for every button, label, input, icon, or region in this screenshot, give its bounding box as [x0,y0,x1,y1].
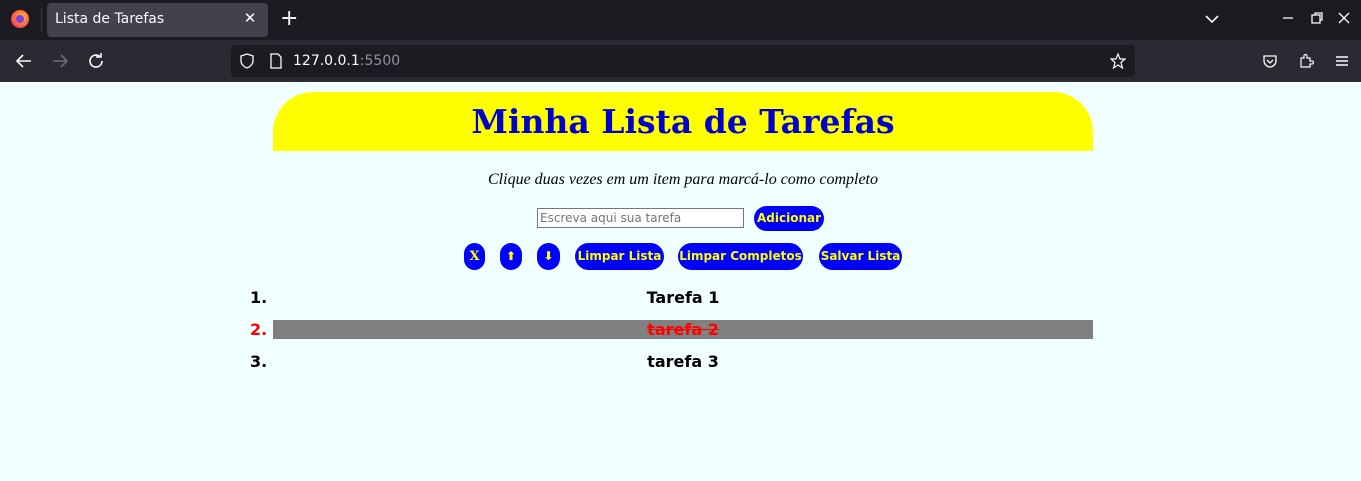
bookmark-star-icon[interactable] [1110,53,1126,69]
shield-icon[interactable] [239,53,255,69]
url-text[interactable]: 127.0.0.1:5500 [293,53,400,69]
url-port: :5500 [359,53,401,69]
page-title: Minha Lista de Tarefas [471,102,895,141]
task-text: tarefa 2 [647,320,719,339]
task-item[interactable]: 3. tarefa 3 [250,352,1093,371]
task-number: 3. [250,352,268,371]
page-icon[interactable] [268,53,284,69]
remove-selected-button[interactable]: X [464,243,485,270]
task-input[interactable] [537,208,744,228]
tab-title: Lista de Tarefas [55,11,165,27]
url-bar[interactable]: 127.0.0.1:5500 [231,45,1135,77]
task-text: tarefa 3 [647,352,719,371]
menu-icon[interactable] [1334,53,1350,69]
browser-tab-bar: Lista de Tarefas ✕ + [0,0,1361,40]
task-number: 2. [250,320,268,339]
pocket-icon[interactable] [1262,53,1278,69]
save-list-button[interactable]: Salvar Lista [819,243,902,270]
tab-separator [41,8,42,32]
task-item[interactable]: 2. tarefa 2 [250,320,1093,339]
page-header: Minha Lista de Tarefas [273,92,1093,151]
clear-list-button[interactable]: Limpar Lista [575,243,664,270]
move-down-button[interactable]: ⬇ [537,243,560,270]
task-list: 1. Tarefa 1 2. tarefa 2 3. tarefa 3 [250,288,1093,384]
firefox-icon[interactable] [11,10,29,28]
restore-icon[interactable] [1309,10,1325,26]
instructions-text: Clique duas vezes em um item para marcá-… [488,171,878,188]
new-tab-button[interactable]: + [280,7,298,31]
url-host: 127.0.0.1 [293,53,360,69]
browser-nav-bar: 127.0.0.1:5500 [0,40,1361,82]
forward-icon[interactable] [50,51,70,71]
list-all-tabs-icon[interactable] [1203,10,1221,28]
reload-icon[interactable] [86,51,106,71]
minimize-icon[interactable] [1280,10,1296,26]
move-up-button[interactable]: ⬆ [500,243,522,270]
add-task-button[interactable]: Adicionar [754,206,824,231]
tab-close-icon[interactable]: ✕ [241,9,259,27]
back-icon[interactable] [14,51,34,71]
browser-tab-active[interactable]: Lista de Tarefas ✕ [47,3,268,37]
extensions-icon[interactable] [1298,53,1314,69]
task-item[interactable]: 1. Tarefa 1 [250,288,1093,307]
task-text: Tarefa 1 [646,288,720,307]
close-window-icon[interactable] [1336,10,1352,26]
task-number: 1. [250,288,268,307]
clear-completed-button[interactable]: Limpar Completos [678,243,803,270]
